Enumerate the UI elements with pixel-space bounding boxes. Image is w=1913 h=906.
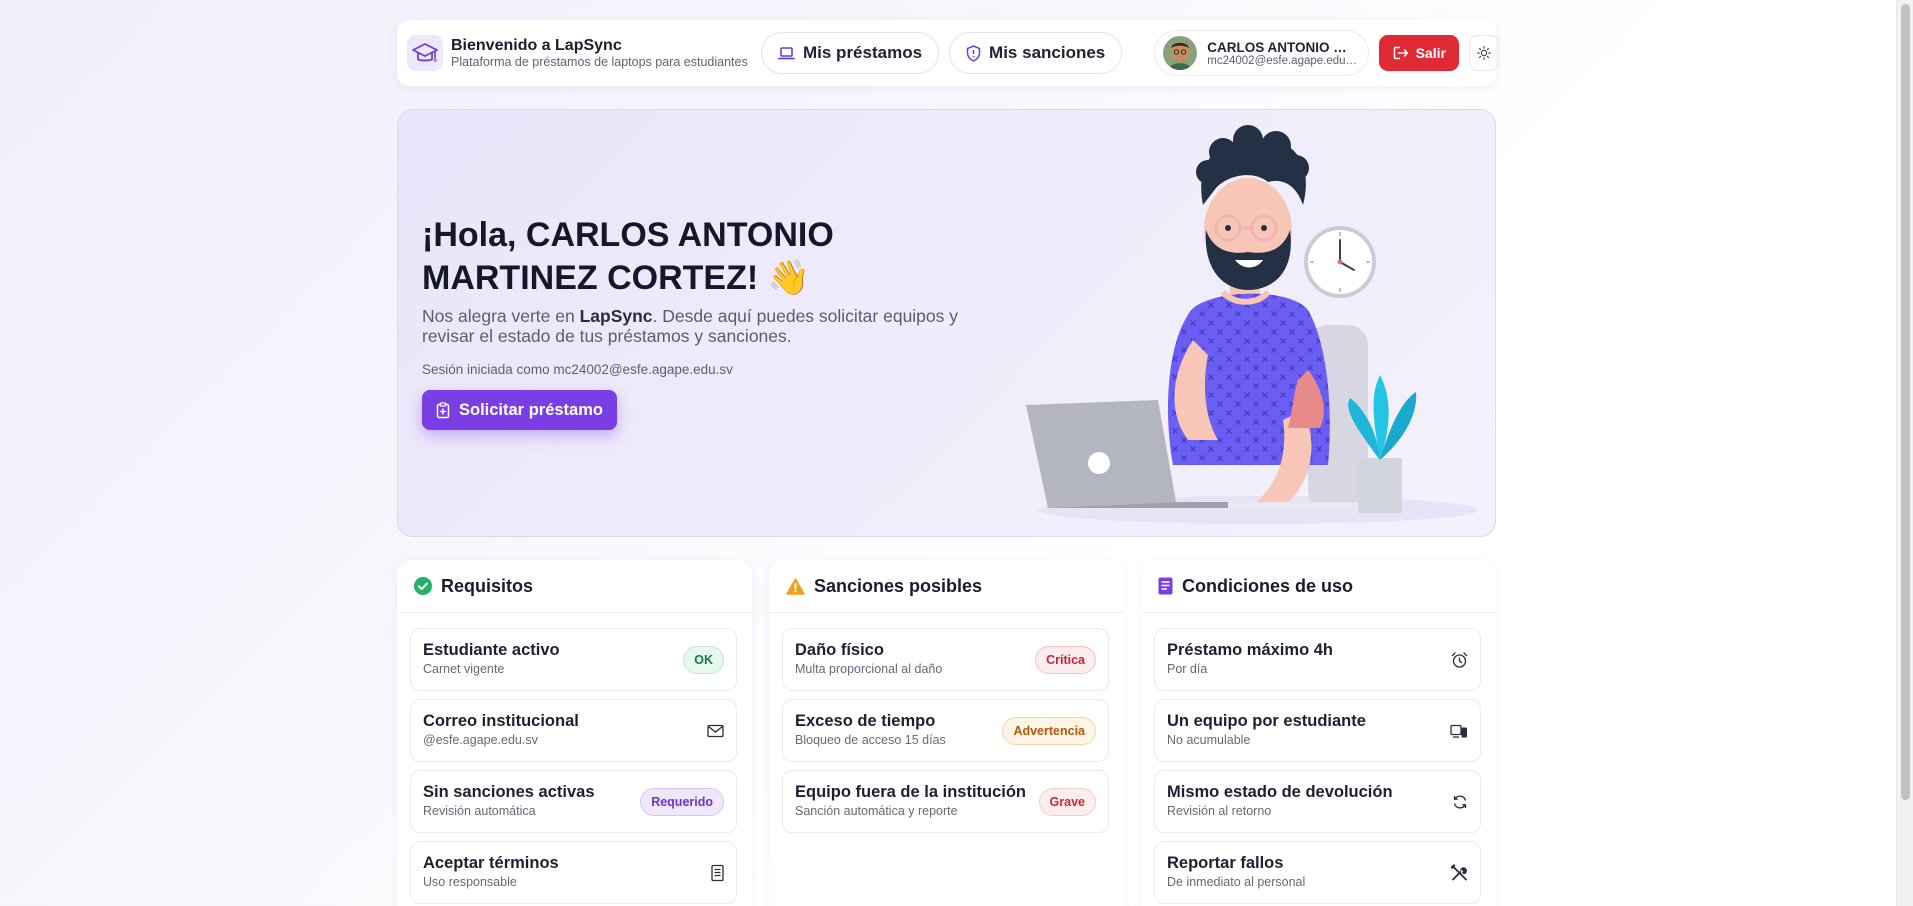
list-item: Correo institucional @esfe.agape.edu.sv: [410, 699, 737, 762]
list-item: Aceptar términos Uso responsable: [410, 841, 737, 904]
status-badge: Requerido: [640, 787, 724, 816]
mail-icon: [707, 724, 724, 737]
list-item: Daño físico Multa proporcional al daño C…: [782, 628, 1109, 691]
status-badge: Grave: [1038, 787, 1096, 816]
refresh-icon: [1452, 794, 1468, 810]
sanciones-header: Sanciones posibles: [769, 560, 1124, 613]
item-subtitle: Por día: [1167, 662, 1208, 676]
condiciones-card: Condiciones de uso Préstamo máximo 4h Po…: [1141, 560, 1496, 906]
item-subtitle: Carnet vigente: [423, 662, 505, 676]
list-item: Exceso de tiempo Bloqueo de acceso 15 dí…: [782, 699, 1109, 762]
warning-icon: [786, 577, 805, 595]
condiciones-title: Condiciones de uso: [1182, 575, 1354, 596]
user-info: CARLOS ANTONIO MARTINEZ CORTEZ mc24002@e…: [1207, 40, 1357, 67]
session-info: Sesión iniciada como mc24002@esfe.agape.…: [422, 362, 733, 377]
sun-icon: [1477, 46, 1492, 60]
alarm-clock-icon: [1451, 651, 1468, 668]
item-title: Estudiante activo: [423, 641, 560, 659]
clipboard-plus-icon: [436, 401, 450, 419]
list-item: Sin sanciones activas Revisión automátic…: [410, 770, 737, 833]
nav-mis-prestamos-button[interactable]: Mis préstamos: [761, 32, 940, 74]
list-item: Préstamo máximo 4h Por día: [1154, 628, 1481, 691]
top-header: Bienvenido a LapSync Plataforma de prést…: [397, 20, 1500, 86]
nav-mis-sanciones-button[interactable]: Mis sanciones: [949, 32, 1123, 74]
user-name: CARLOS ANTONIO MARTINEZ CORTEZ: [1207, 39, 1357, 55]
list-item: Estudiante activo Carnet vigente OK: [410, 628, 737, 691]
hero-desc-prefix: Nos alegra verte en: [422, 306, 580, 326]
item-title: Préstamo máximo 4h: [1167, 641, 1333, 659]
nav-mis-sanciones-label: Mis sanciones: [989, 43, 1106, 62]
requisitos-title: Requisitos: [441, 575, 534, 596]
item-subtitle: Revisión al retorno: [1167, 804, 1272, 818]
user-email: mc24002@esfe.agape.edu.sv: [1207, 54, 1358, 67]
list-item: Mismo estado de devolución Revisión al r…: [1154, 770, 1481, 833]
shield-alert-icon: [966, 44, 981, 62]
brand-title: Bienvenido a LapSync: [451, 36, 622, 54]
item-title: Reportar fallos: [1167, 854, 1284, 872]
logout-button[interactable]: Salir: [1379, 35, 1460, 71]
item-title: Correo institucional: [423, 712, 579, 730]
tools-icon: [1451, 864, 1468, 881]
request-loan-label: Solicitar préstamo: [459, 400, 603, 419]
item-subtitle: @esfe.agape.edu.sv: [423, 733, 538, 747]
nav-mis-prestamos-label: Mis préstamos: [803, 43, 923, 62]
scrollbar-thumb[interactable]: [1901, 4, 1910, 800]
status-badge: Crítica: [1035, 645, 1096, 674]
hero-desc-brand: LapSync: [579, 306, 653, 326]
user-profile-chip[interactable]: CARLOS ANTONIO MARTINEZ CORTEZ mc24002@e…: [1154, 30, 1370, 76]
brand-subtitle: Plataforma de préstamos de laptops para …: [451, 54, 748, 69]
item-subtitle: Uso responsable: [423, 875, 517, 889]
list-item: Equipo fuera de la institución Sanción a…: [782, 770, 1109, 833]
document-icon: [711, 864, 724, 881]
document-purple-icon: [1158, 577, 1173, 595]
list-item: Un equipo por estudiante No acumulable: [1154, 699, 1481, 762]
item-title: Un equipo por estudiante: [1167, 712, 1366, 730]
student-laptop-illustration: [998, 110, 1495, 536]
request-loan-button[interactable]: Solicitar préstamo: [422, 390, 617, 430]
condiciones-header: Condiciones de uso: [1141, 560, 1496, 613]
page-scrollbar[interactable]: [1896, 0, 1913, 906]
item-subtitle: De inmediato al personal: [1167, 875, 1306, 889]
laptop-icon: [778, 46, 795, 61]
item-title: Mismo estado de devolución: [1167, 783, 1393, 801]
devices-icon: [1450, 723, 1468, 738]
avatar: [1163, 36, 1198, 70]
status-badge: OK: [683, 645, 724, 674]
list-item: Reportar fallos De inmediato al personal: [1154, 841, 1481, 904]
logout-icon: [1393, 46, 1409, 60]
brand: Bienvenido a LapSync Plataforma de prést…: [451, 37, 753, 70]
sanciones-title: Sanciones posibles: [814, 575, 983, 596]
item-subtitle: No acumulable: [1167, 733, 1251, 747]
graduation-cap-icon: [407, 35, 443, 71]
requisitos-header: Requisitos: [397, 560, 752, 613]
hero-greeting: ¡Hola, CARLOS ANTONIO MARTINEZ CORTEZ! 👋: [422, 216, 834, 297]
theme-toggle-button[interactable]: [1469, 35, 1500, 71]
welcome-hero: ¡Hola, CARLOS ANTONIO MARTINEZ CORTEZ! 👋…: [397, 109, 1496, 537]
status-badge: Advertencia: [1002, 716, 1096, 745]
requisitos-card: Requisitos Estudiante activo Carnet vige…: [397, 560, 752, 906]
sanciones-card: Sanciones posibles Daño físico Multa pro…: [769, 560, 1124, 906]
logout-label: Salir: [1415, 45, 1446, 61]
hero-description: Nos alegra verte en LapSync. Desde aquí …: [422, 306, 962, 346]
check-circle-icon: [414, 577, 432, 595]
item-title: Aceptar términos: [423, 854, 559, 872]
